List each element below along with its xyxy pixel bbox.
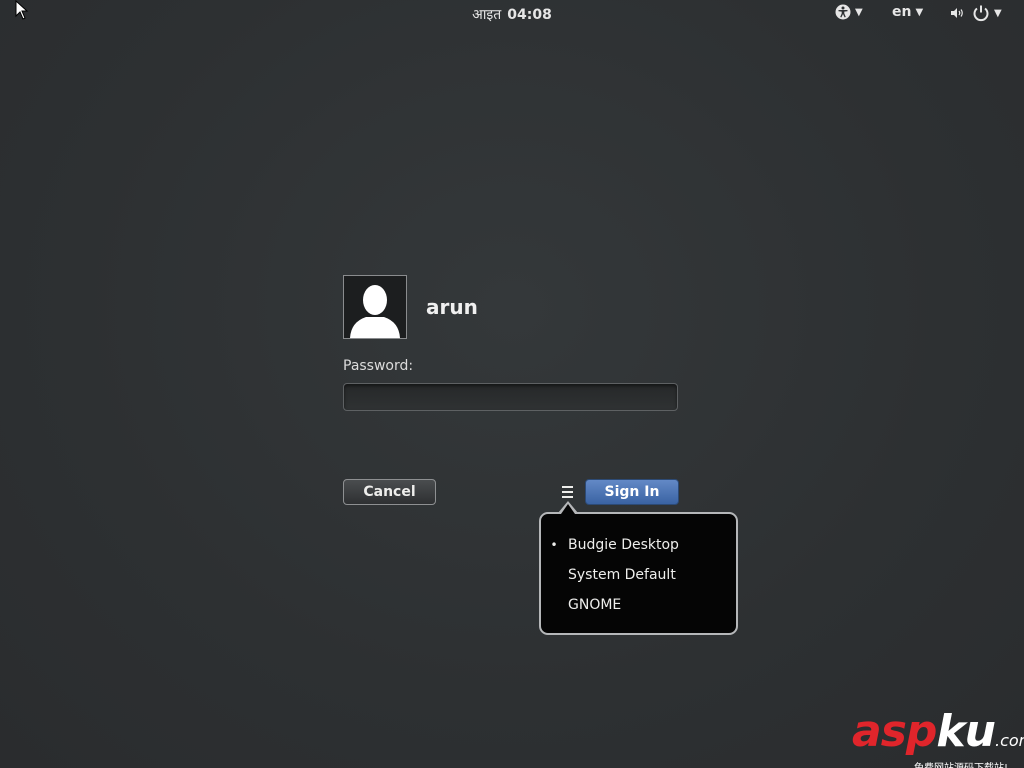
session-menu-button[interactable]	[558, 482, 576, 502]
system-menu[interactable]: ▼	[950, 4, 1002, 22]
session-item-system-default[interactable]: System Default	[541, 560, 736, 590]
volume-icon	[951, 8, 963, 18]
session-item-gnome[interactable]: GNOME	[541, 590, 736, 620]
chevron-down-icon: ▼	[855, 6, 863, 18]
hamburger-line	[561, 491, 573, 493]
top-bar: आइत 04:08 ▼ en ▼ ▼	[0, 0, 1024, 28]
session-item-label: System Default	[568, 567, 676, 583]
session-item-label: Budgie Desktop	[568, 537, 679, 553]
watermark: aspku.com 免费网站源码下载站!	[852, 710, 1024, 768]
session-menu-arrow-fill	[561, 504, 575, 514]
watermark-brand-b: ku	[936, 706, 996, 757]
user-row: arun	[343, 275, 478, 339]
password-label: Password:	[343, 358, 414, 374]
avatar	[343, 275, 407, 339]
language-label: en	[892, 4, 912, 20]
watermark-logo: aspku.com	[852, 710, 1024, 761]
user-silhouette-icon	[350, 285, 400, 338]
watermark-suffix: .com	[994, 731, 1024, 750]
session-item-budgie[interactable]: • Budgie Desktop	[541, 530, 736, 560]
sign-in-button[interactable]: Sign In	[585, 479, 679, 505]
selected-marker: •	[550, 538, 558, 552]
chevron-down-icon: ▼	[994, 7, 1002, 19]
hamburger-menu-icon	[561, 486, 573, 488]
language-menu[interactable]: en ▼	[892, 4, 923, 20]
username: arun	[426, 295, 478, 319]
power-icon	[973, 5, 989, 22]
clock[interactable]: आइत 04:08	[0, 5, 1024, 24]
hamburger-line	[561, 496, 573, 498]
cancel-button[interactable]: Cancel	[343, 479, 436, 505]
session-item-label: GNOME	[568, 597, 622, 613]
clock-day: आइत	[472, 7, 502, 23]
watermark-brand-a: asp	[852, 706, 937, 757]
accessibility-menu[interactable]: ▼	[835, 4, 863, 20]
session-menu: • Budgie Desktop System Default GNOME	[539, 512, 738, 635]
chevron-down-icon: ▼	[915, 6, 924, 18]
password-input[interactable]	[343, 383, 678, 411]
watermark-tagline: 免费网站源码下载站!	[914, 759, 1024, 768]
login-screen: आइत 04:08 ▼ en ▼ ▼ arun Password: Cancel…	[0, 0, 1024, 768]
accessibility-icon	[835, 4, 851, 20]
clock-time: 04:08	[507, 7, 552, 23]
